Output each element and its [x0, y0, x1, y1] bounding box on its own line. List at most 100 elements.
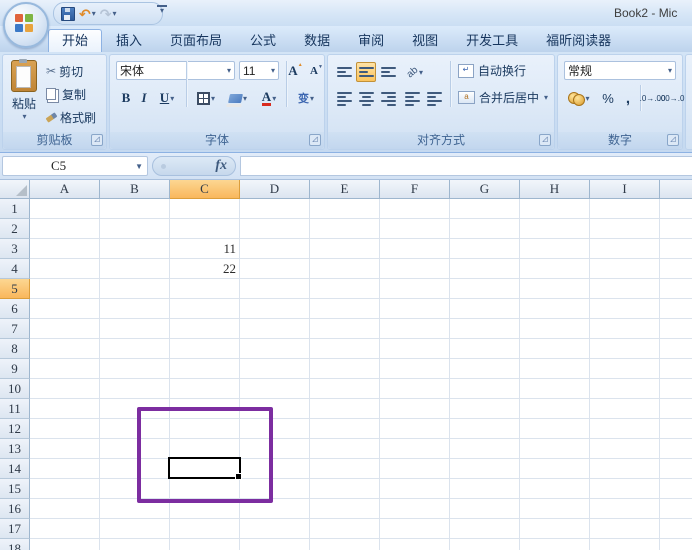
font-color-button[interactable]: A ▾ [255, 88, 283, 108]
cell-B7[interactable] [100, 319, 170, 339]
cell-J10[interactable] [660, 379, 692, 399]
cell-J15[interactable] [660, 479, 692, 499]
align-top-button[interactable] [334, 62, 354, 82]
namebox-arrow-icon[interactable]: ▼ [135, 162, 143, 171]
cell-C2[interactable] [170, 219, 240, 239]
cell-G9[interactable] [450, 359, 520, 379]
cell-A9[interactable] [30, 359, 100, 379]
ribbon-tab[interactable]: 开发工具 [452, 29, 532, 52]
undo-button[interactable]: ↶ ▾ [78, 5, 97, 23]
cell-A12[interactable] [30, 419, 100, 439]
cell-I5[interactable] [590, 279, 660, 299]
cell-G5[interactable] [450, 279, 520, 299]
cell-I17[interactable] [590, 519, 660, 539]
cell-D10[interactable] [240, 379, 310, 399]
cell-H11[interactable] [520, 399, 590, 419]
cell-H3[interactable] [520, 239, 590, 259]
cell-F14[interactable] [380, 459, 450, 479]
cell-E5[interactable] [310, 279, 380, 299]
cell-B10[interactable] [100, 379, 170, 399]
select-all-button[interactable] [0, 180, 30, 199]
phonetic-button[interactable]: 变 ▾ [290, 88, 322, 108]
clipboard-dialog-launcher[interactable]: ◿ [91, 134, 103, 146]
cell-A14[interactable] [30, 459, 100, 479]
font-name-combo[interactable]: 宋体 ▾ [116, 61, 235, 80]
row-header[interactable]: 15 [0, 479, 30, 499]
cell-F5[interactable] [380, 279, 450, 299]
cell-E1[interactable] [310, 199, 380, 219]
row-header[interactable]: 10 [0, 379, 30, 399]
cell-F12[interactable] [380, 419, 450, 439]
cell-D8[interactable] [240, 339, 310, 359]
cell-F4[interactable] [380, 259, 450, 279]
shrink-font-button[interactable]: A [305, 61, 323, 81]
redo-dropdown-icon[interactable]: ▾ [112, 5, 116, 23]
cell-D5[interactable] [240, 279, 310, 299]
cell-H12[interactable] [520, 419, 590, 439]
cell-I9[interactable] [590, 359, 660, 379]
format-painter-button[interactable]: 格式刷 [45, 107, 106, 127]
name-box[interactable]: C5 ▼ [2, 156, 148, 176]
row-header[interactable]: 14 [0, 459, 30, 479]
cell-H7[interactable] [520, 319, 590, 339]
cell-C8[interactable] [170, 339, 240, 359]
cell-E2[interactable] [310, 219, 380, 239]
cell-C3[interactable]: 11 [170, 239, 240, 259]
column-header[interactable]: B [100, 180, 170, 199]
cell-E8[interactable] [310, 339, 380, 359]
cell-H13[interactable] [520, 439, 590, 459]
cell-A1[interactable] [30, 199, 100, 219]
cell-C10[interactable] [170, 379, 240, 399]
cell-H15[interactable] [520, 479, 590, 499]
row-header[interactable]: 18 [0, 539, 30, 550]
align-middle-button[interactable] [356, 62, 376, 82]
cell-H9[interactable] [520, 359, 590, 379]
cell-H10[interactable] [520, 379, 590, 399]
cell-F10[interactable] [380, 379, 450, 399]
cell-F2[interactable] [380, 219, 450, 239]
redo-button[interactable]: ↷ ▾ [99, 5, 118, 23]
column-header[interactable]: C [170, 180, 240, 199]
cell-B18[interactable] [100, 539, 170, 550]
cell-D6[interactable] [240, 299, 310, 319]
cell-E3[interactable] [310, 239, 380, 259]
cell-H6[interactable] [520, 299, 590, 319]
cell-H18[interactable] [520, 539, 590, 550]
cell-D7[interactable] [240, 319, 310, 339]
cell-D2[interactable] [240, 219, 310, 239]
ribbon-tab[interactable]: 视图 [398, 29, 452, 52]
cell-A5[interactable] [30, 279, 100, 299]
paste-dropdown-icon[interactable]: ▾ [7, 112, 42, 121]
row-header[interactable]: 6 [0, 299, 30, 319]
cell-G1[interactable] [450, 199, 520, 219]
row-header[interactable]: 3 [0, 239, 30, 259]
align-center-button[interactable] [356, 89, 376, 109]
office-button[interactable] [3, 2, 49, 48]
percent-style-button[interactable]: % [596, 88, 620, 108]
cell-G7[interactable] [450, 319, 520, 339]
cell-I16[interactable] [590, 499, 660, 519]
cell-E6[interactable] [310, 299, 380, 319]
cell-H14[interactable] [520, 459, 590, 479]
cell-E11[interactable] [310, 399, 380, 419]
chevron-down-icon[interactable]: ▾ [170, 94, 174, 103]
borders-button[interactable]: ▾ [191, 88, 221, 108]
cell-E15[interactable] [310, 479, 380, 499]
merge-center-button[interactable]: a 合并后居中 ▾ [458, 89, 548, 106]
cell-B9[interactable] [100, 359, 170, 379]
cell-J11[interactable] [660, 399, 692, 419]
cell-G15[interactable] [450, 479, 520, 499]
number-dialog-launcher[interactable]: ◿ [667, 134, 679, 146]
cell-E7[interactable] [310, 319, 380, 339]
cell-C9[interactable] [170, 359, 240, 379]
cell-F15[interactable] [380, 479, 450, 499]
cell-A16[interactable] [30, 499, 100, 519]
cell-J14[interactable] [660, 459, 692, 479]
orientation-button[interactable]: ab ▾ [402, 62, 428, 82]
cell-A6[interactable] [30, 299, 100, 319]
cell-J12[interactable] [660, 419, 692, 439]
cell-J16[interactable] [660, 499, 692, 519]
cell-E4[interactable] [310, 259, 380, 279]
cell-I3[interactable] [590, 239, 660, 259]
cell-D9[interactable] [240, 359, 310, 379]
